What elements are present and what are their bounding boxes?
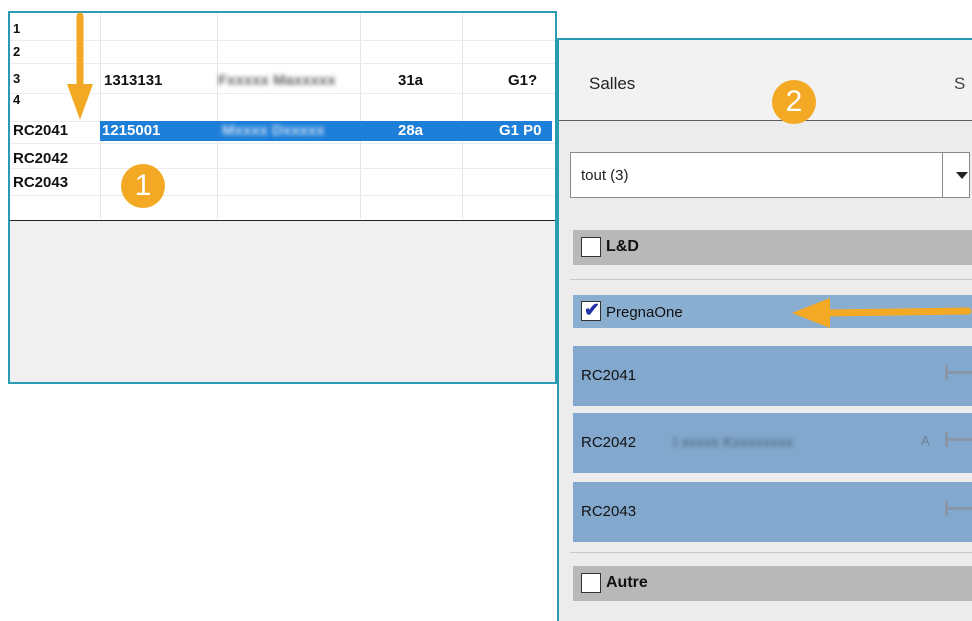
selected-table-row[interactable]: 1215001 Mxxxx Dxxxxx 28a G1 P0 <box>100 121 552 141</box>
row3-age-cell[interactable]: 31a <box>398 73 423 89</box>
bed-icon <box>945 365 972 380</box>
annotation-badge-1: 1 <box>121 164 165 208</box>
group-ld-label: L&D <box>606 238 639 255</box>
chevron-down-icon[interactable] <box>956 172 968 179</box>
row-number: 2 <box>13 44 21 59</box>
room-name: RC2043 <box>581 503 637 520</box>
selected-age-cell[interactable]: 28a <box>398 123 423 139</box>
annotation-arrow-down-icon <box>67 12 93 120</box>
group-autre-label: Autre <box>606 574 648 591</box>
bed-icon <box>945 432 972 447</box>
grid-col-line <box>462 13 463 219</box>
grid-row-line <box>10 143 555 144</box>
bed-icon <box>945 501 972 516</box>
panel-title-overflow: S <box>954 74 966 93</box>
warning-icon: A <box>921 433 930 448</box>
group-autre-checkbox[interactable] <box>581 573 601 593</box>
room-card-rc2041[interactable]: RC2041 <box>573 346 972 406</box>
row3-id-cell[interactable]: 1313131 <box>104 73 162 89</box>
panel-title[interactable]: Salles <box>589 74 635 94</box>
room-label-rc2041[interactable]: RC2041 <box>13 123 68 139</box>
group-header-autre[interactable]: Autre <box>573 566 972 601</box>
room-card-rc2042[interactable]: RC2042 I xxxxx Kxxxxxxxx A <box>573 413 972 473</box>
selected-name-cell[interactable]: Mxxxx Dxxxxx <box>222 123 325 139</box>
room-patient-name: I xxxxx Kxxxxxxxx <box>673 434 794 451</box>
grid-row-line <box>10 195 555 196</box>
grid-row-line <box>10 168 555 169</box>
divider <box>570 279 972 280</box>
panel-header: Salles S <box>559 40 972 121</box>
annotation-arrow-left-icon <box>792 298 972 328</box>
checkmark-icon: ✔ <box>584 300 600 321</box>
group-ld-checkbox[interactable] <box>581 237 601 257</box>
room-name: RC2042 <box>581 434 637 451</box>
selected-code-cell[interactable]: G1 P0 <box>499 123 542 139</box>
row-number: 1 <box>13 21 21 36</box>
room-filter-value: tout (3) <box>581 167 629 184</box>
group-header-ld[interactable]: L&D <box>573 230 972 265</box>
room-filter-dropdown[interactable]: tout (3) <box>570 152 970 198</box>
room-label-rc2043[interactable]: RC2043 <box>13 175 68 191</box>
grid-col-line <box>360 13 361 219</box>
grid-col-line <box>217 13 218 219</box>
grid-col-line <box>100 13 101 219</box>
divider <box>570 552 972 553</box>
dropdown-separator <box>942 153 943 197</box>
row-number: 3 <box>13 71 21 86</box>
room-card-rc2043[interactable]: RC2043 <box>573 482 972 542</box>
selected-id-cell[interactable]: 1215001 <box>102 123 160 139</box>
pregnaone-checkbox[interactable]: ✔ <box>581 300 601 321</box>
pregnaone-label: PregnaOne <box>606 304 683 321</box>
row3-name-cell[interactable]: Fxxxxx Maxxxxx <box>218 73 336 89</box>
row3-code-cell[interactable]: G1? <box>508 73 537 89</box>
room-name: RC2041 <box>581 367 637 384</box>
row-number: 4 <box>13 92 21 107</box>
room-label-rc2042[interactable]: RC2042 <box>13 151 68 167</box>
annotation-badge-2: 2 <box>772 80 816 124</box>
